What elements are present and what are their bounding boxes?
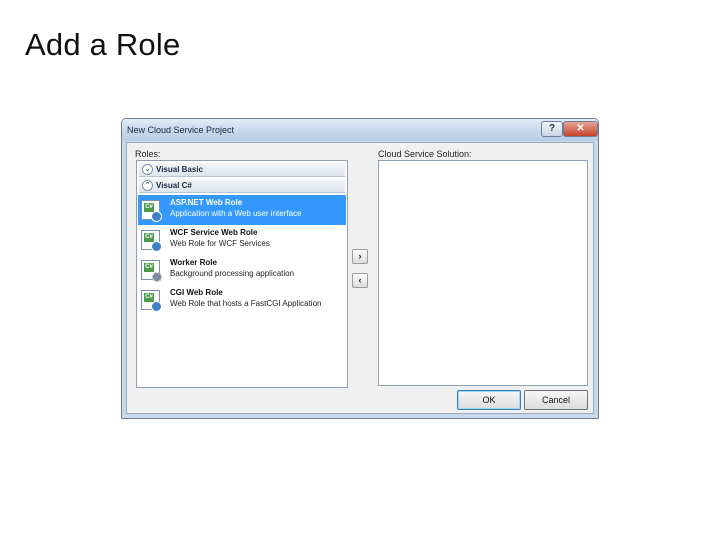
remove-role-button[interactable]: ‹: [352, 273, 368, 288]
group-header-visual-basic[interactable]: ⌄ Visual Basic: [139, 163, 345, 177]
role-description: Web Role for WCF Services: [170, 239, 270, 248]
aspnet-web-role-icon: C#: [141, 200, 162, 222]
role-name: ASP.NET Web Role: [170, 198, 243, 207]
dialog-title: New Cloud Service Project: [127, 125, 235, 135]
chevron-up-icon[interactable]: ⌃: [142, 180, 153, 191]
cloud-service-solution-label: Cloud Service Solution:: [378, 149, 472, 159]
close-button[interactable]: ✕: [563, 121, 598, 137]
slide-title: Add a Role: [25, 27, 181, 62]
help-button[interactable]: ?: [541, 121, 563, 137]
ok-button[interactable]: OK: [457, 390, 521, 410]
worker-role-icon: C#: [141, 260, 162, 282]
group-label: Visual Basic: [156, 165, 203, 174]
dialog-titlebar[interactable]: New Cloud Service Project ? ✕: [122, 119, 598, 141]
role-item-aspnet-web-role[interactable]: C# ASP.NET Web Role Application with a W…: [138, 195, 346, 225]
role-description: Application with a Web user interface: [170, 209, 302, 218]
role-item-worker-role[interactable]: C# Worker Role Background processing app…: [138, 255, 346, 285]
wcf-service-web-role-icon: C#: [141, 230, 162, 252]
role-name: WCF Service Web Role: [170, 228, 258, 237]
roles-label: Roles:: [135, 149, 161, 159]
cgi-web-role-icon: C#: [141, 290, 162, 312]
role-name: Worker Role: [170, 258, 217, 267]
role-name: CGI Web Role: [170, 288, 223, 297]
add-role-button[interactable]: ›: [352, 249, 368, 264]
roles-list[interactable]: ⌄ Visual Basic ⌃ Visual C# C# ASP.NET We…: [136, 160, 348, 388]
role-item-cgi-web-role[interactable]: C# CGI Web Role Web Role that hosts a Fa…: [138, 285, 346, 315]
cancel-button[interactable]: Cancel: [524, 390, 588, 410]
chevron-down-icon[interactable]: ⌄: [142, 164, 153, 175]
role-description: Background processing application: [170, 269, 295, 278]
group-header-visual-csharp[interactable]: ⌃ Visual C#: [139, 179, 345, 193]
role-description: Web Role that hosts a FastCGI Applicatio…: [170, 299, 322, 308]
new-cloud-service-project-dialog: New Cloud Service Project ? ✕ Roles: Clo…: [121, 118, 599, 419]
cloud-service-solution-list[interactable]: [378, 160, 588, 386]
group-label: Visual C#: [156, 181, 192, 190]
role-item-wcf-service-web-role[interactable]: C# WCF Service Web Role Web Role for WCF…: [138, 225, 346, 255]
dialog-client-area: Roles: Cloud Service Solution: ⌄ Visual …: [126, 142, 594, 414]
